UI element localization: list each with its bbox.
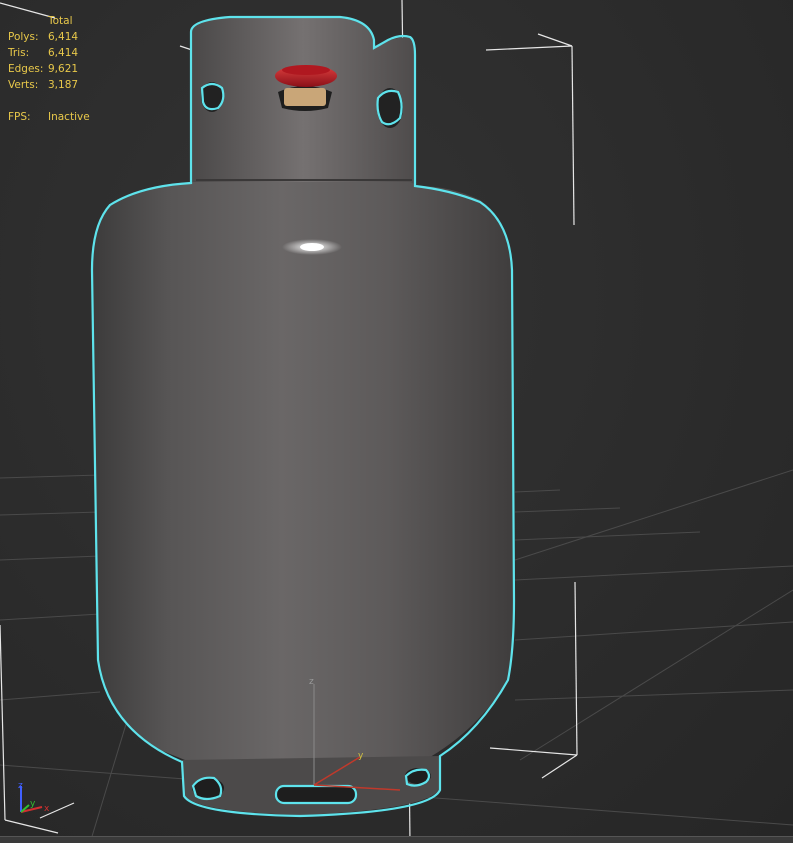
propane-tank[interactable] [90, 15, 516, 818]
stat-row-tris: Tris: 6,414 [8, 45, 108, 61]
stat-value: 9,621 [48, 63, 79, 75]
viewport-bottom-border [0, 836, 793, 843]
stat-row-fps: FPS: Inactive [8, 109, 108, 125]
stat-value: 3,187 [48, 79, 79, 91]
stat-label: Polys: [8, 31, 39, 43]
stat-row-polys: Polys: 6,414 [8, 29, 108, 45]
stat-value: 6,414 [48, 31, 79, 43]
perspective-viewport[interactable]: z y z x y Total Polys: 6,414 Tris: 6,414… [0, 0, 793, 843]
stat-row-edges: Edges: 9,621 [8, 61, 108, 77]
fps-value: Inactive [48, 111, 90, 123]
scene-canvas[interactable]: z y z x y [0, 0, 793, 843]
pivot-z-label: z [309, 677, 314, 687]
world-axis-gizmo: z x y [18, 781, 50, 814]
axis-z-label: z [18, 781, 23, 791]
viewport-statistics: Total Polys: 6,414 Tris: 6,414 Edges: 9,… [8, 13, 108, 125]
foot-hole-center [276, 786, 356, 803]
specular-highlight-core [300, 243, 324, 251]
tank-body [92, 182, 514, 762]
axis-x-label: x [44, 804, 50, 814]
stat-label: Tris: [8, 47, 30, 59]
stat-row-verts: Verts: 3,187 [8, 77, 108, 93]
stats-header: Total [48, 15, 73, 27]
stat-label: Edges: [8, 63, 44, 75]
axis-y-label: y [30, 799, 36, 809]
valve-stem [284, 88, 326, 106]
pivot-y-label: y [358, 751, 364, 761]
stat-label: Verts: [8, 79, 39, 91]
valve-handwheel-top [282, 65, 330, 75]
fps-label: FPS: [8, 111, 31, 123]
stat-value: 6,414 [48, 47, 79, 59]
